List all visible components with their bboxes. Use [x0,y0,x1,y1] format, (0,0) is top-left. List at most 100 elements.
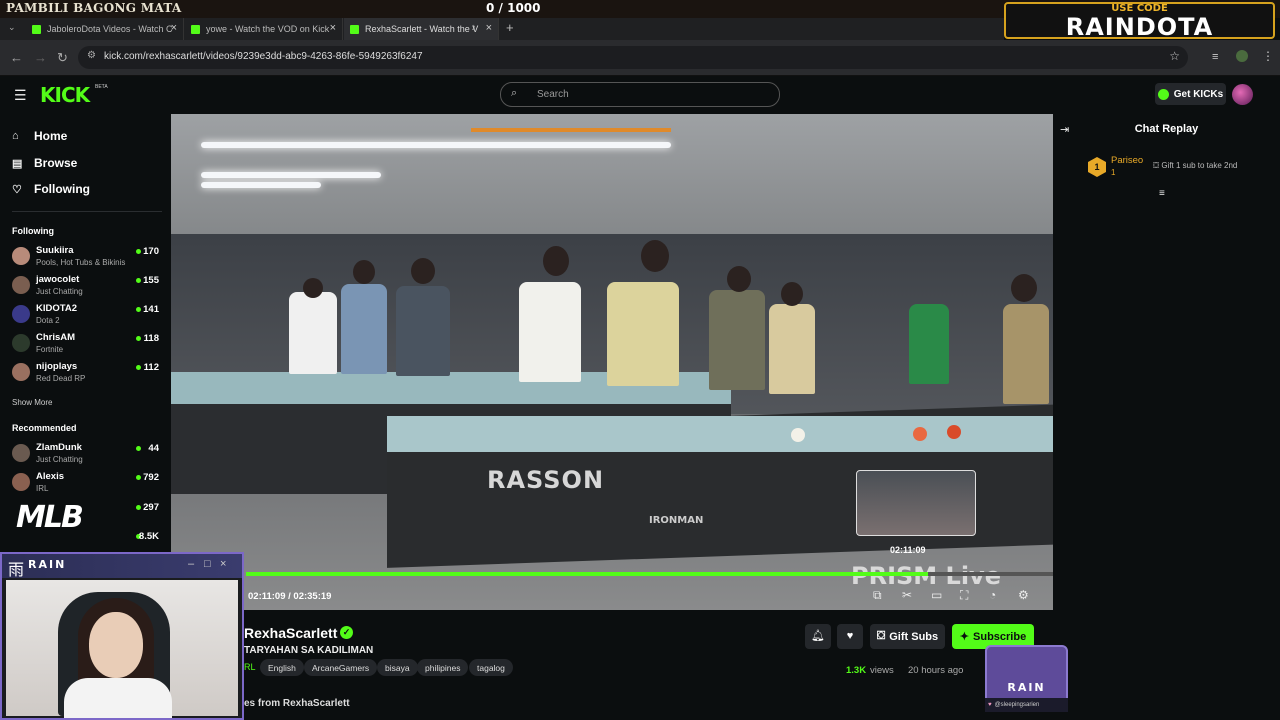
channel-avatar [12,363,30,381]
channel-name[interactable]: RexhaScarlett [244,625,337,641]
url-text: kick.com/rexhascarlett/videos/9239e3dd-a… [104,51,423,62]
channel-name: ChrisAM [36,332,76,343]
channel-category: Dota 2 [36,316,60,325]
url-field[interactable]: ⚙ kick.com/rexhascarlett/videos/9239e3dd… [78,46,1188,69]
sidebar-item-following[interactable]: ♡ Following [12,182,90,196]
person [909,304,949,384]
channel-name: nijoplays [36,361,78,372]
live-dot-icon [136,505,141,510]
category-link[interactable]: RL [244,662,256,672]
sidebar-divider [12,211,162,212]
site-info-icon[interactable]: ⚙ [87,50,96,61]
following-heading: Following [12,226,54,236]
notification-bell-icon[interactable]: 🔔︎ [805,624,831,649]
tab-close-icon[interactable]: × [330,22,336,34]
tab-label: RexhaScarlett - Watch the V [365,24,479,34]
tag-chip[interactable]: English [260,659,304,676]
kick-header: ☰ KICK BETA ⌕ Search Get KICKs [0,76,1280,114]
verified-badge-icon: ✓ [340,626,353,639]
kick-logo[interactable]: KICK [40,83,90,107]
follow-heart-icon[interactable]: ♥ [837,624,863,649]
channel-category: Just Chatting [36,455,83,464]
mini-player-icon[interactable]: ⧉ [873,588,882,603]
star-icon: ✦ [959,631,970,643]
expand-leaderboard-icon[interactable]: ≡ [1159,188,1165,199]
extension-icon[interactable] [1236,50,1248,62]
sidebar-item-home[interactable]: ⌂ Home [12,129,67,143]
channel-name: ZlamDunk [36,442,82,453]
person [1003,304,1049,404]
person-head [353,260,375,284]
tag-chip[interactable]: philipines [417,659,469,676]
browser-tab[interactable]: JaboleroDota Videos - Watch C × [26,18,184,40]
get-kicks-button[interactable]: Get KICKs [1155,83,1226,105]
channel-avatar [12,305,30,323]
user-avatar[interactable] [1232,84,1253,105]
gift-message-text: Gift 1 sub to take 2nd [1161,161,1238,170]
promo-code-box: USE CODE RAINDOTA [1004,2,1275,41]
person-head [543,246,569,276]
gift-subs-button[interactable]: ⛋ Gift Subs [870,624,945,649]
seek-bar[interactable] [246,572,1053,576]
browser-tab[interactable]: yowe - Watch the VOD on Kick × [185,18,343,40]
viewer-count: 8.5K [138,531,159,542]
settings-gear-icon[interactable]: ⚙ [1018,588,1029,602]
show-more-link[interactable]: Show More [12,398,52,407]
viewer-count: 44 [148,443,159,454]
following-channel-item[interactable]: Suukiira Pools, Hot Tubs & Bikinis 170 [12,245,162,271]
recommended-channel-item[interactable]: Alexis IRL 792 [12,471,162,497]
beta-badge: BETA [95,84,108,90]
gift-message[interactable]: ⛋ Gift 1 sub to take 2nd [1153,161,1237,171]
tag-chip[interactable]: bisaya [377,659,418,676]
reload-icon[interactable]: ↻ [57,50,68,66]
person-head [303,278,323,298]
kick-favicon-icon [350,24,359,34]
following-channel-item[interactable]: jawocolet Just Chatting 155 [12,274,162,300]
chat-panel: ⇥ Chat Replay 1 Pariseo 1 ⛋ Gift 1 sub t… [1053,114,1280,720]
clip-icon[interactable]: ✂ [902,588,912,602]
more-videos-heading: es from RexhaScarlett [244,698,350,709]
tab-list-chevron-icon[interactable]: ⌄ [8,22,16,33]
fullscreen-icon[interactable]: ⛶ [960,588,968,603]
channel-category: IRL [36,484,49,493]
viewer-count: 118 [143,333,159,344]
tag-chip[interactable]: tagalog [469,659,513,676]
following-channel-item[interactable]: KIDOTA2 Dota 2 141 [12,303,162,329]
channel-category: Red Dead RP [36,374,86,383]
tab-label: JaboleroDota Videos - Watch C [47,24,173,34]
search-input[interactable]: ⌕ Search [500,82,780,107]
viewer-count: 112 [143,362,159,373]
person-head [411,258,435,284]
channel-info: RexhaScarlett ✓ TARYAHAN SA KADILIMAN RL… [240,610,1053,720]
browser-menu-icon[interactable]: ⋮ [1262,49,1274,63]
browser-tab-active[interactable]: RexhaScarlett - Watch the V ♪ × [344,18,499,40]
forward-arrow-icon[interactable]: → [34,50,47,65]
hamburger-menu-icon[interactable]: ☰ [14,87,27,104]
gifter-count: 1 [1111,168,1116,177]
following-channel-item[interactable]: ChrisAM Fortnite 118 [12,332,162,358]
promo-code-value: RAINDOTA [1065,13,1214,41]
person [769,304,815,394]
back-arrow-icon[interactable]: ← [10,50,23,65]
video-player[interactable]: RASSON IRONMAN 02:11:09 PRISM Live 02:11… [171,114,1053,610]
tab-close-icon[interactable]: × [486,22,492,34]
sidebar-item-browse[interactable]: ▤ Browse [12,156,77,170]
rain-logo-text: RAIN [1007,681,1046,694]
gifter-name[interactable]: Pariseo [1111,155,1143,166]
new-tab-button[interactable]: + [506,20,514,35]
channel-avatar [12,247,30,265]
bookmark-star-icon[interactable]: ☆ [1169,49,1180,63]
playback-speed-icon[interactable]: ◔ [989,588,996,602]
live-dot-icon [136,446,141,451]
theater-mode-icon[interactable]: ▭ [931,588,942,602]
tab-close-icon[interactable]: × [171,22,177,34]
following-channel-item[interactable]: nijoplays Red Dead RP 112 [12,361,162,387]
person [519,282,581,382]
media-control-icon[interactable]: ≡ [1212,51,1218,63]
channel-avatar [12,276,30,294]
recommended-channel-item[interactable]: ZlamDunk Just Chatting 44 [12,442,162,468]
rain-kanji-logo: 雨 [8,562,25,579]
tag-chip[interactable]: ArcaneGamers [304,659,378,676]
speaker-icon[interactable]: ♪ [472,22,477,32]
person [341,284,387,374]
